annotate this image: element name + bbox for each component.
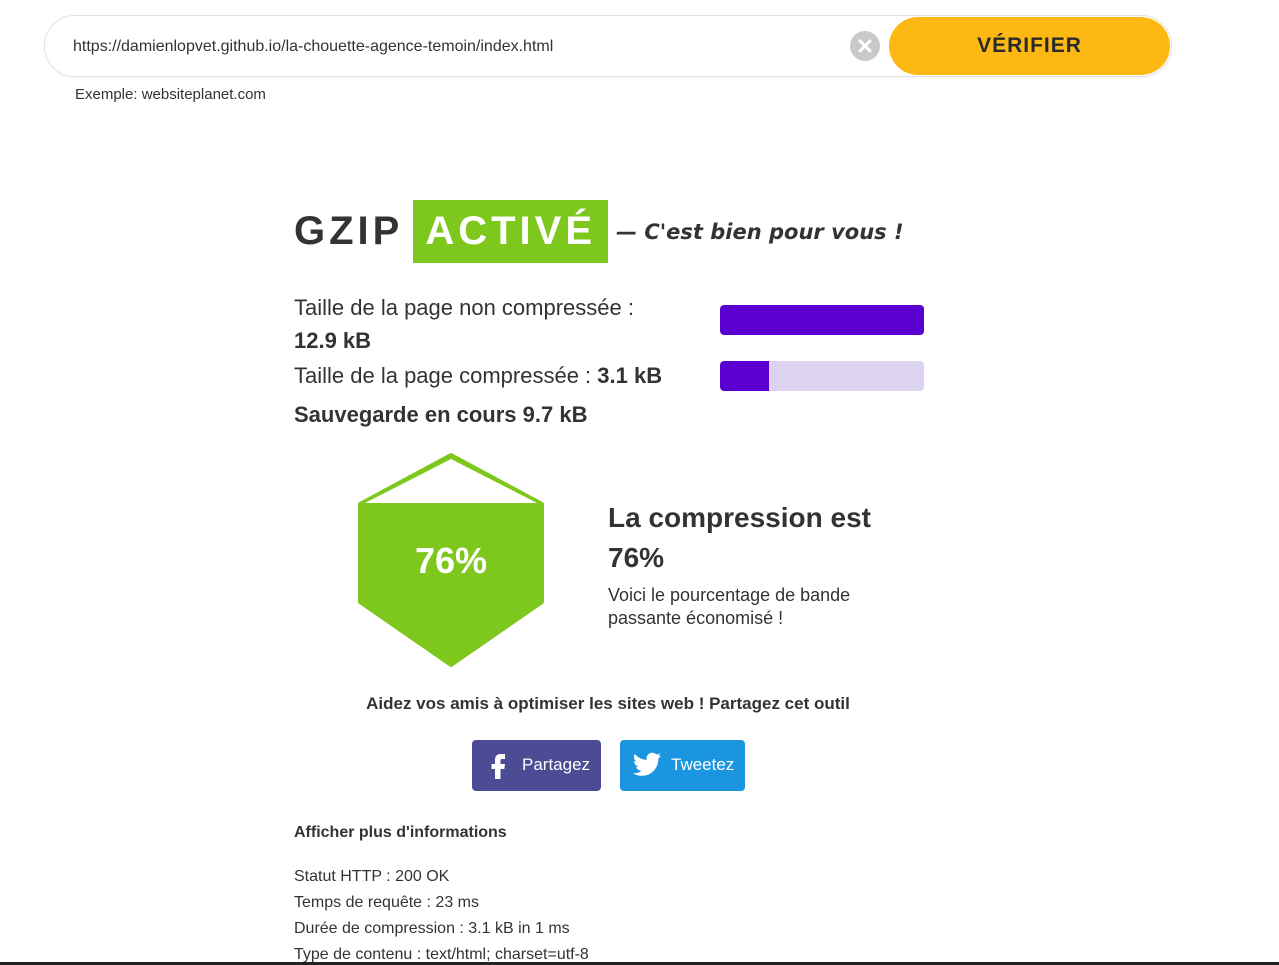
compression-description: Voici le pourcentage de bande passante é… <box>608 585 851 628</box>
compression-value: 76% <box>608 542 665 573</box>
savings-text: Sauvegarde en cours 9.7 kB <box>294 402 588 427</box>
tagline: — C'est bien pour vous ! <box>616 219 904 244</box>
http-status: Statut HTTP : 200 OK <box>294 868 450 885</box>
url-search-bar: VÉRIFIER <box>44 15 1172 77</box>
twitter-label: Tweetez <box>671 755 735 774</box>
show-more-info-link[interactable]: Afficher plus d'informations <box>294 824 507 842</box>
url-input[interactable] <box>73 34 833 60</box>
status-badge: ACTIVÉ <box>413 200 609 263</box>
clear-icon <box>858 39 872 53</box>
gzip-status-headline: GZIP ACTIVÉ — C'est bien pour vous ! <box>294 200 904 263</box>
compression-duration: Durée de compression : 3.1 kB in 1 ms <box>294 920 570 937</box>
compressed-label: Taille de la page compressée : <box>294 363 592 388</box>
facebook-share-button[interactable]: Partagez <box>472 740 601 791</box>
compressed-value: 3.1 kB <box>597 363 663 388</box>
compressed-bar <box>720 361 924 391</box>
example-hint: Exemple: websiteplanet.com <box>75 86 266 103</box>
uncompressed-bar-fill <box>720 305 924 335</box>
facebook-icon <box>491 754 505 779</box>
compression-title: La compression est 76% <box>608 498 908 578</box>
share-title: Aidez vos amis à optimiser les sites web… <box>366 694 850 713</box>
facebook-label: Partagez <box>522 755 591 774</box>
clear-button[interactable] <box>850 31 880 61</box>
uncompressed-size: Taille de la page non compressée : 12.9 … <box>294 291 694 357</box>
compression-title-text: La compression est <box>608 502 871 533</box>
verify-button[interactable]: VÉRIFIER <box>889 17 1170 75</box>
uncompressed-bar <box>720 305 924 335</box>
uncompressed-label: Taille de la page non compressée : <box>294 295 634 320</box>
hexagon-value: 76% <box>414 540 488 581</box>
uncompressed-value: 12.9 kB <box>294 328 372 353</box>
gzip-label: GZIP <box>294 209 404 253</box>
request-time: Temps de requête : 23 ms <box>294 894 479 911</box>
twitter-icon <box>632 752 662 776</box>
compressed-bar-fill <box>720 361 769 391</box>
twitter-share-button[interactable]: Tweetez <box>620 740 745 791</box>
compressed-size: Taille de la page compressée : 3.1 kB <box>294 361 662 391</box>
